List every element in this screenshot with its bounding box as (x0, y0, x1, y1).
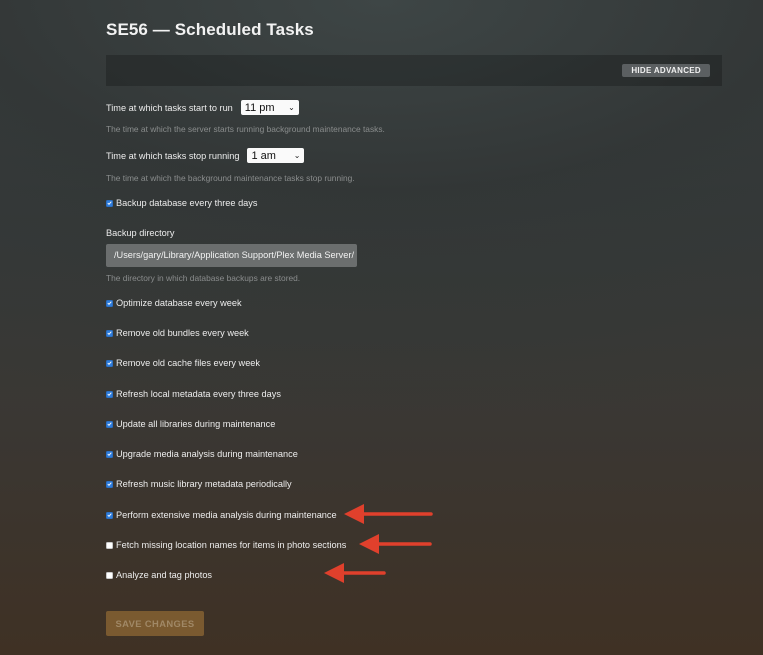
chevron-down-icon: ⌄ (293, 151, 301, 160)
option-label: Remove old bundles every week (116, 328, 249, 338)
option-label: Analyze and tag photos (116, 570, 213, 580)
stop-time-label: Time at which tasks stop running (106, 150, 240, 161)
option-label: Perform extensive media analysis during … (116, 510, 337, 520)
option-refresh-local-metadata[interactable]: Refresh local metadata every three days (106, 389, 281, 399)
checkbox-checked[interactable] (106, 511, 113, 519)
option-label: Remove old cache files every week (116, 358, 261, 368)
option-label: Update all libraries during maintenance (116, 419, 276, 429)
checkbox-unchecked[interactable] (106, 541, 113, 549)
stop-time-value: 1 am (251, 149, 276, 162)
stop-time-select[interactable]: 1 am ⌄ (247, 148, 305, 163)
checkbox-checked[interactable] (106, 199, 113, 207)
option-label: Refresh local metadata every three days (116, 389, 281, 399)
option-analyze-tag-photos[interactable]: Analyze and tag photos (106, 570, 212, 580)
stop-time-row: Time at which tasks stop running 1 am ⌄ (106, 148, 305, 163)
option-refresh-music-metadata[interactable]: Refresh music library metadata periodica… (106, 479, 292, 489)
checkbox-checked[interactable] (106, 420, 113, 428)
checkbox-checked[interactable] (106, 359, 113, 367)
checkbox-checked[interactable] (106, 329, 113, 337)
checkbox-checked[interactable] (106, 450, 113, 458)
backup-option-label: Backup database every three days (116, 198, 258, 208)
option-label: Upgrade media analysis during maintenanc… (116, 449, 298, 459)
option-label: Refresh music library metadata periodica… (116, 479, 292, 489)
page-title: SE56 — Scheduled Tasks (106, 20, 314, 39)
checkbox-checked[interactable] (106, 390, 113, 398)
backup-directory-input[interactable]: /Users/gary/Library/Application Support/… (106, 244, 357, 267)
checkbox-checked[interactable] (106, 299, 113, 307)
option-label: Optimize database every week (116, 298, 242, 308)
option-upgrade-media-analysis[interactable]: Upgrade media analysis during maintenanc… (106, 449, 298, 459)
start-time-label: Time at which tasks start to run (106, 102, 233, 113)
backup-directory-help: The directory in which database backups … (106, 273, 301, 283)
backup-directory-label-text: Backup directory (106, 228, 175, 238)
stop-time-help: The time at which the background mainten… (106, 173, 355, 183)
checkbox-checked[interactable] (106, 480, 113, 488)
start-time-help: The time at which the server starts runn… (106, 124, 385, 134)
annotation-arrow-icon (359, 534, 432, 554)
option-update-all-libraries[interactable]: Update all libraries during maintenance (106, 419, 275, 429)
option-optimize-database[interactable]: Optimize database every week (106, 298, 242, 308)
annotation-arrow-icon (324, 563, 386, 583)
option-extensive-media-analysis[interactable]: Perform extensive media analysis during … (106, 510, 337, 520)
backup-option[interactable]: Backup database every three days (106, 198, 257, 208)
option-remove-old-bundles[interactable]: Remove old bundles every week (106, 328, 249, 338)
option-remove-old-cache[interactable]: Remove old cache files every week (106, 358, 260, 368)
advanced-toolbar: HIDE ADVANCED (106, 55, 722, 86)
option-label: Fetch missing location names for items i… (116, 540, 347, 550)
start-time-select[interactable]: 11 pm ⌄ (240, 100, 299, 115)
annotation-arrow-icon (344, 504, 433, 524)
start-time-value: 11 pm (244, 101, 275, 114)
checkbox-unchecked[interactable] (106, 571, 113, 579)
chevron-down-icon: ⌄ (288, 103, 295, 112)
save-changes-button[interactable]: SAVE CHANGES (106, 611, 204, 636)
option-fetch-location-names[interactable]: Fetch missing location names for items i… (106, 540, 346, 550)
start-time-row: Time at which tasks start to run 11 pm ⌄ (106, 100, 299, 115)
backup-directory-label: Backup directory (106, 228, 174, 238)
hide-advanced-button[interactable]: HIDE ADVANCED (622, 64, 710, 77)
